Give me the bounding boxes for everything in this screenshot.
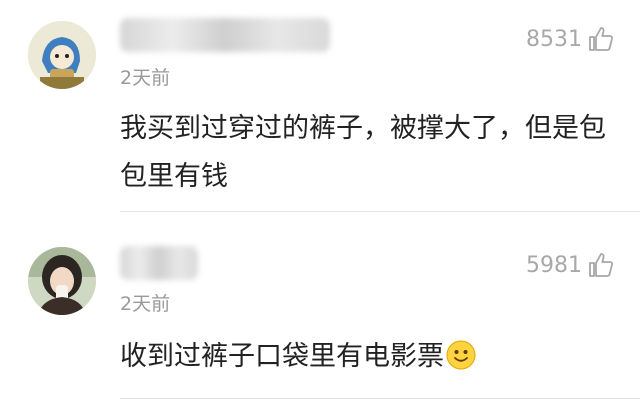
comment-time: 2天前 bbox=[120, 67, 171, 89]
smiley-emoji-icon bbox=[446, 340, 476, 370]
comment-text: 收到过裤子口袋里有电影票 bbox=[120, 341, 444, 372]
comment-text: 我买到过穿过的裤子，被撑大了，但是包包里有钱 bbox=[120, 113, 606, 192]
thumbs-up-icon bbox=[589, 253, 613, 277]
thumbs-up-icon bbox=[589, 27, 613, 51]
avatar-illustration bbox=[28, 21, 96, 89]
like-button[interactable]: 5981 bbox=[526, 250, 614, 280]
avatar-photo bbox=[28, 247, 96, 315]
avatar[interactable] bbox=[28, 247, 96, 315]
like-count: 5981 bbox=[526, 252, 582, 278]
like-button[interactable]: 8531 bbox=[526, 24, 614, 54]
divider bbox=[120, 398, 640, 399]
comment-text-line: 收到过裤子口袋里有电影票 bbox=[120, 333, 610, 381]
username-blurred[interactable] bbox=[120, 18, 330, 52]
avatar[interactable] bbox=[28, 21, 96, 89]
comment-time: 2天前 bbox=[120, 293, 171, 315]
comment-item: 2天前 5981 收到过裤子口袋里有电影票 bbox=[0, 212, 640, 401]
like-count: 8531 bbox=[526, 26, 582, 52]
comment-item: 2天前 8531 我买到过穿过的裤子，被撑大了，但是包包里有钱 bbox=[0, 0, 640, 212]
username-blurred[interactable] bbox=[120, 246, 198, 280]
